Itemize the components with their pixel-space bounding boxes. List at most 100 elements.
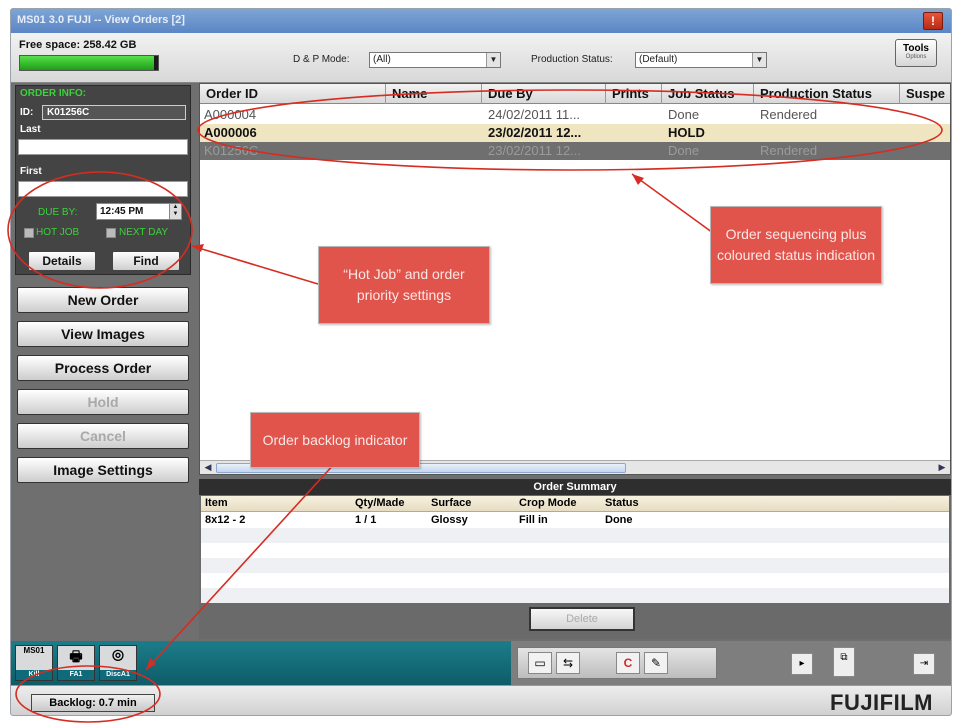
layout-icon[interactable]: ⧉ <box>833 647 855 677</box>
window-title: MS01 3.0 FUJI -- View Orders [2] <box>17 14 185 26</box>
column-header-due-by[interactable]: Due By <box>482 84 606 104</box>
summary-col-status: Status <box>605 497 639 509</box>
hold-button[interactable]: Hold <box>17 389 189 415</box>
column-header-order-id[interactable]: Order ID <box>200 84 386 104</box>
annotation-backlog: Order backlog indicator <box>250 412 420 468</box>
next-day-label: NEXT DAY <box>119 227 169 238</box>
summary-status: Done <box>605 514 633 526</box>
summary-surface: Glossy <box>431 514 468 526</box>
device-strip: MS01 Kill 🖶 FA1 ◎ DiscA1 <box>11 641 511 685</box>
cell-due-by: 24/02/2011 11... <box>488 107 581 122</box>
title-bar: MS01 3.0 FUJI -- View Orders [2] ! <box>11 9 951 33</box>
application-window: MS01 3.0 FUJI -- View Orders [2] ! Free … <box>10 8 952 716</box>
arrow-right-icon[interactable]: ▸ <box>791 653 813 675</box>
printer-icon: 🖶 <box>69 648 83 664</box>
summary-item: 8x12 - 2 <box>205 514 246 526</box>
cancel-button[interactable]: Cancel <box>17 423 189 449</box>
hot-job-label: HOT JOB <box>36 227 80 238</box>
column-header-production-status[interactable]: Production Status <box>754 84 900 104</box>
dp-mode-label: D & P Mode: <box>293 54 350 65</box>
find-button[interactable]: Find <box>112 251 180 271</box>
free-space-bar <box>19 55 159 71</box>
dp-mode-select[interactable]: (All) ▼ <box>369 52 501 68</box>
close-button[interactable]: ! <box>923 12 943 30</box>
image-settings-button[interactable]: Image Settings <box>17 457 189 483</box>
tools-icon[interactable]: ✎ <box>644 652 668 674</box>
device-name: MS01 <box>23 646 45 655</box>
summary-empty-row <box>201 588 949 603</box>
status-bar: Backlog: 0.7 min FUJIFILM <box>11 685 951 715</box>
new-order-button[interactable]: New Order <box>17 287 189 313</box>
table-row[interactable]: A000006 23/02/2011 12... HOLD <box>200 124 950 142</box>
order-summary-title: Order Summary <box>199 479 951 495</box>
view-images-button[interactable]: View Images <box>17 321 189 347</box>
order-info-panel: ORDER INFO: ID: K01256C Last First DUE B… <box>15 85 191 275</box>
summary-empty-row <box>201 543 949 558</box>
tools-sub-label: Options <box>905 54 927 60</box>
column-header-suspended[interactable]: Suspe <box>900 84 951 104</box>
order-summary-table: Item Qty/Made Surface Crop Mode Status 8… <box>201 496 949 603</box>
device-fa1[interactable]: 🖶 FA1 <box>57 645 95 681</box>
cell-due-by: 23/02/2011 12... <box>488 125 582 140</box>
summary-col-crop: Crop Mode <box>519 497 577 509</box>
device-ms01[interactable]: MS01 Kill <box>15 645 53 681</box>
process-order-button[interactable]: Process Order <box>17 355 189 381</box>
chevron-down-icon: ▼ <box>486 53 500 67</box>
summary-col-item: Item <box>205 497 228 509</box>
action-icon-strip: ▭ ⇆ C ✎ <box>517 647 717 679</box>
transfer-icon[interactable]: ⇆ <box>556 652 580 674</box>
due-by-field[interactable]: 12:45 PM ▲ ▼ <box>96 203 182 220</box>
device-disca1[interactable]: ◎ DiscA1 <box>99 645 137 681</box>
orders-table-header: Order ID Name Due By Prints Job Status P… <box>200 84 950 104</box>
device-label: FA1 <box>58 670 94 680</box>
table-row[interactable]: A000004 24/02/2011 11... Done Rendered <box>200 106 950 124</box>
summary-crop: Fill in <box>519 514 548 526</box>
column-header-name[interactable]: Name <box>386 84 482 104</box>
next-day-checkbox[interactable] <box>106 228 116 238</box>
color-correct-icon[interactable]: C <box>616 652 640 674</box>
summary-qty: 1 / 1 <box>355 514 377 526</box>
due-by-value: 12:45 PM <box>100 206 144 217</box>
device-label: Kill <box>16 670 52 680</box>
production-status-label: Production Status: <box>531 54 613 65</box>
summary-row[interactable]: 8x12 - 2 1 / 1 Glossy Fill in Done <box>201 513 949 528</box>
order-id-field[interactable]: K01256C <box>42 105 186 120</box>
production-status-select[interactable]: (Default) ▼ <box>635 52 767 68</box>
left-panel: ORDER INFO: ID: K01256C Last First DUE B… <box>15 83 193 643</box>
first-name-field[interactable] <box>18 181 188 197</box>
delete-button[interactable]: Delete <box>529 607 635 631</box>
cell-due-by: 23/02/2011 12... <box>488 143 582 158</box>
column-header-job-status[interactable]: Job Status <box>662 84 754 104</box>
edit-icon[interactable]: ▭ <box>528 652 552 674</box>
last-name-field[interactable] <box>18 139 188 155</box>
column-header-prints[interactable]: Prints <box>606 84 662 104</box>
annotation-order-sequencing: Order sequencing plus coloured status in… <box>710 206 882 284</box>
tools-button[interactable]: Tools Options <box>895 39 937 67</box>
fujifilm-logo: FUJIFILM <box>830 690 933 715</box>
annotation-hot-job: “Hot Job” and order priority settings <box>318 246 490 324</box>
cell-order-id: A000004 <box>204 107 257 122</box>
scroll-left-icon[interactable]: ◀ <box>202 462 214 473</box>
details-button[interactable]: Details <box>28 251 96 271</box>
dp-mode-value: (All) <box>373 54 391 65</box>
exit-icon[interactable]: ⇥ <box>913 653 935 675</box>
disc-icon: ◎ <box>111 646 125 662</box>
first-name-label: First <box>20 166 42 177</box>
cell-order-id: K01256C <box>204 143 259 158</box>
production-status-value: (Default) <box>639 54 678 65</box>
summary-empty-row <box>201 558 949 573</box>
due-by-label: DUE BY: <box>38 207 78 218</box>
summary-empty-row <box>201 573 949 588</box>
order-info-heading: ORDER INFO: <box>20 88 87 99</box>
summary-col-qty: Qty/Made <box>355 497 405 509</box>
device-bar: MS01 Kill 🖶 FA1 ◎ DiscA1 ▭ ⇆ C ✎ ▸ ⧉ ⇥ <box>11 641 951 685</box>
device-label: DiscA1 <box>100 670 136 680</box>
cell-job-status: Done <box>668 107 700 122</box>
hot-job-checkbox[interactable] <box>24 228 34 238</box>
scroll-right-icon[interactable]: ▶ <box>936 462 948 473</box>
table-row-selected[interactable]: K01256C 23/02/2011 12... Done Rendered <box>200 142 950 160</box>
cell-production-status: Rendered <box>760 143 818 158</box>
spinner-icon[interactable]: ▲ ▼ <box>169 204 181 219</box>
cell-job-status: Done <box>668 143 700 158</box>
last-name-label: Last <box>20 124 41 135</box>
